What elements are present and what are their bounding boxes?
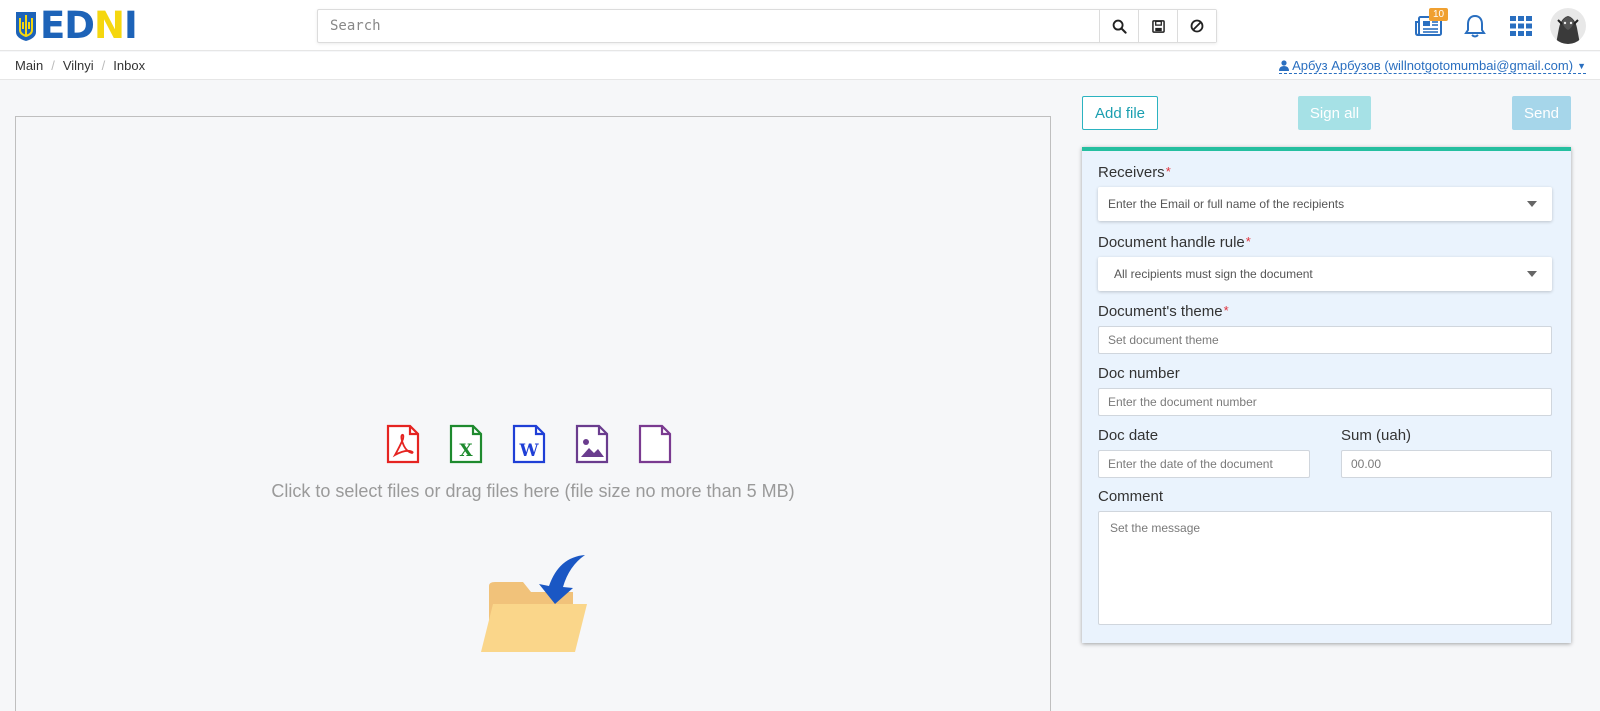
excel-file-icon: X	[449, 424, 483, 464]
user-icon	[1279, 60, 1290, 71]
search-icon	[1112, 19, 1127, 34]
svg-text:X: X	[459, 441, 473, 461]
sum-field	[1341, 450, 1552, 478]
clear-search-button[interactable]	[1177, 10, 1216, 42]
send-button[interactable]: Send	[1512, 96, 1571, 130]
file-dropzone[interactable]: X W Click to select files or drag files …	[15, 116, 1051, 711]
user-avatar[interactable]	[1550, 8, 1586, 44]
doc-date-input[interactable]	[1099, 451, 1309, 477]
breadcrumb-item-main[interactable]: Main	[15, 58, 43, 73]
user-name: Арбуз Арбузов (willnotgotomumbai@gmail.c…	[1292, 58, 1574, 73]
theme-field	[1098, 326, 1552, 354]
bell-icon	[1464, 14, 1486, 38]
save-icon	[1151, 19, 1165, 33]
theme-input[interactable]	[1099, 327, 1551, 353]
folder-download-icon	[481, 555, 587, 652]
doc-number-input[interactable]	[1099, 389, 1551, 415]
save-search-button[interactable]	[1138, 10, 1177, 42]
receivers-select[interactable]: Enter the Email or full name of the reci…	[1098, 187, 1552, 221]
notifications-button[interactable]	[1452, 6, 1498, 46]
dropdown-arrow-icon	[1527, 271, 1537, 277]
file-type-icons: X W	[386, 424, 701, 464]
breadcrumb: Main / Vilnyi / Inbox	[15, 58, 145, 73]
edin-logo[interactable]: EDNI	[14, 4, 138, 47]
clear-icon	[1190, 19, 1204, 33]
logo-text: EDNI	[40, 4, 138, 47]
breadcrumb-separator: /	[51, 58, 55, 73]
comment-textarea[interactable]	[1099, 512, 1551, 624]
avatar-image	[1550, 8, 1586, 44]
handle-rule-value: All recipients must sign the document	[1114, 267, 1313, 281]
trident-icon	[16, 12, 36, 41]
top-navbar: EDNI 10	[0, 0, 1600, 51]
doc-number-field	[1098, 388, 1552, 416]
doc-date-label: Doc date	[1098, 427, 1159, 444]
top-icons: 10	[1406, 6, 1586, 46]
dropzone-instructions: Click to select files or drag files here…	[271, 481, 795, 501]
doc-date-field	[1098, 450, 1310, 478]
receivers-label: Receivers*	[1098, 164, 1171, 181]
word-file-icon: W	[512, 424, 546, 464]
svg-text:W: W	[518, 441, 539, 461]
news-button[interactable]: 10	[1406, 6, 1452, 46]
sum-label: Sum (uah)	[1341, 427, 1412, 444]
handle-rule-label: Document handle rule*	[1098, 234, 1251, 251]
comment-label: Comment	[1098, 488, 1164, 505]
document-form-panel: Receivers* Enter the Email or full name …	[1082, 147, 1571, 643]
sign-all-button[interactable]: Sign all	[1298, 96, 1371, 130]
breadcrumb-separator: /	[101, 58, 106, 73]
apps-grid-icon	[1510, 16, 1532, 36]
news-count-badge: 10	[1429, 8, 1449, 21]
theme-label: Document's theme*	[1098, 303, 1229, 320]
image-file-icon	[575, 424, 609, 464]
user-menu[interactable]: Арбуз Арбузов (willnotgotomumbai@gmail.c…	[1279, 58, 1586, 74]
apps-button[interactable]	[1498, 6, 1544, 46]
search-input[interactable]	[318, 10, 1099, 42]
doc-number-label: Doc number	[1098, 365, 1180, 382]
add-file-button[interactable]: Add file	[1082, 96, 1158, 130]
breadcrumb-bar: Main / Vilnyi / Inbox Арбуз Арбузов (wil…	[0, 52, 1600, 80]
breadcrumb-item-inbox[interactable]: Inbox	[113, 58, 145, 73]
sum-input[interactable]	[1342, 451, 1551, 477]
search-bar	[317, 9, 1217, 43]
receivers-placeholder: Enter the Email or full name of the reci…	[1108, 197, 1345, 211]
caret-down-icon: ▼	[1577, 60, 1586, 71]
pdf-file-icon	[386, 424, 420, 464]
comment-field	[1098, 511, 1552, 625]
search-button[interactable]	[1099, 10, 1138, 42]
breadcrumb-item-vilnyi[interactable]: Vilnyi	[63, 58, 94, 73]
generic-file-icon	[638, 424, 672, 464]
handle-rule-select[interactable]: All recipients must sign the document	[1098, 257, 1552, 291]
dropdown-arrow-icon	[1527, 201, 1537, 207]
